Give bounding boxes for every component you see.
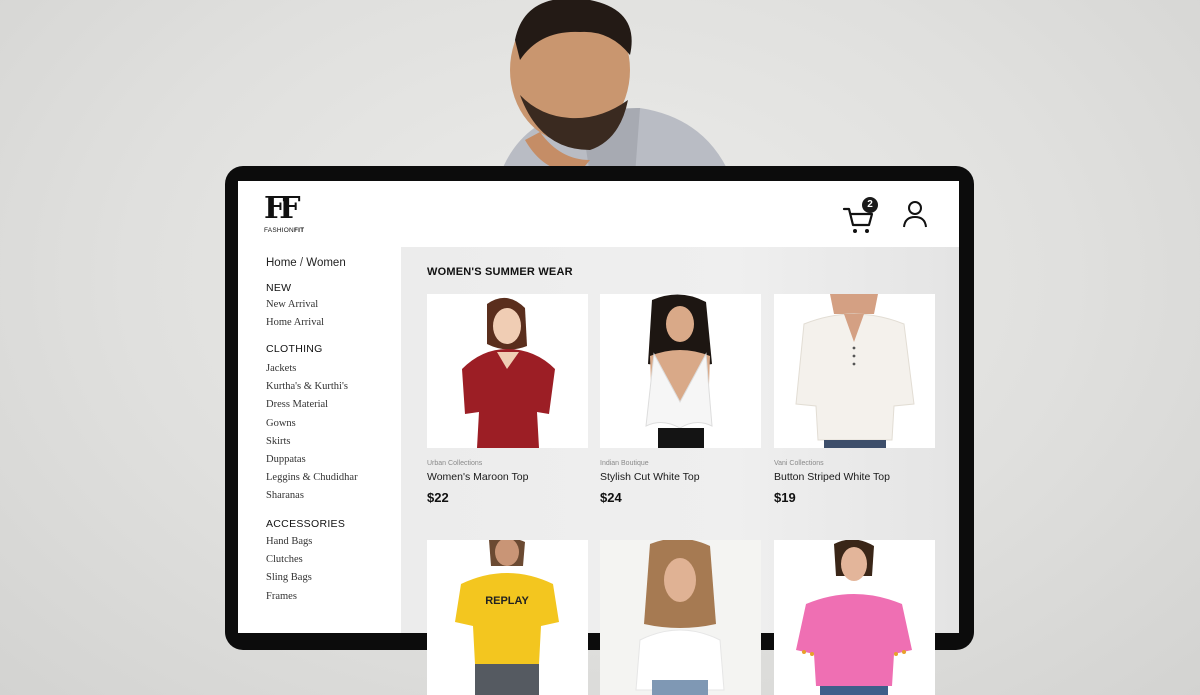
product-price: $22	[427, 490, 449, 505]
product-price: $19	[774, 490, 796, 505]
category-sidebar: Home / Women NEW New Arrival Home Arriva…	[238, 247, 402, 633]
logo-text-b: FIT	[293, 227, 305, 234]
product-name[interactable]: Stylish Cut White Top	[600, 471, 761, 483]
sidebar-item-duppatas[interactable]: Duppatas	[266, 451, 358, 469]
product-card-yellow-tee[interactable]: REPLAY	[427, 540, 588, 695]
product-image[interactable]	[774, 294, 935, 448]
cart-count-badge: 2	[862, 197, 878, 213]
breadcrumb-current: Women	[306, 257, 346, 269]
product-card-white-tee[interactable]	[600, 540, 761, 695]
user-icon[interactable]	[902, 200, 928, 228]
fashionfit-logo[interactable]: FF FASHIONFIT	[264, 193, 308, 239]
sidebar-item-frames[interactable]: Frames	[266, 588, 345, 606]
logo-text: FASHIONFIT	[264, 227, 308, 234]
sidebar-group-accessories: ACCESSORIES Hand Bags Clutches Sling Bag…	[266, 518, 345, 606]
product-name[interactable]: Button Striped White Top	[774, 471, 935, 483]
pink-top-photo	[774, 540, 935, 695]
striped-top-photo	[774, 294, 935, 448]
white-tee-photo	[600, 540, 761, 695]
product-image[interactable]	[600, 294, 761, 448]
sidebar-item-hand-bags[interactable]: Hand Bags	[266, 533, 345, 551]
product-image[interactable]	[427, 294, 588, 448]
white-cut-top-photo	[600, 294, 761, 448]
group-title-clothing: CLOTHING	[266, 343, 323, 355]
sidebar-item-leggins[interactable]: Leggins & Chudidhar	[266, 469, 358, 487]
logo-mark: FF	[264, 191, 301, 226]
maroon-top-photo	[427, 294, 588, 448]
product-name[interactable]: Women's Maroon Top	[427, 471, 588, 483]
site-header: FF FASHIONFIT 2	[238, 181, 959, 248]
product-card-maroon-top[interactable]: Urban Collections Women's Maroon Top $22	[427, 294, 588, 505]
breadcrumb-home[interactable]: Home	[266, 257, 297, 269]
product-card-white-cut-top[interactable]: Indian Boutique Stylish Cut White Top $2…	[600, 294, 761, 505]
logo-text-a: FASHION	[264, 227, 294, 234]
product-card-pink-top[interactable]	[774, 540, 935, 695]
sidebar-group-new: NEW New Arrival Home Arrival	[266, 282, 324, 332]
sidebar-item-gowns[interactable]: Gowns	[266, 415, 358, 433]
yellow-tee-photo: REPLAY	[427, 540, 588, 695]
sidebar-item-new-arrival[interactable]: New Arrival	[266, 296, 324, 314]
tee-print-text: REPLAY	[485, 595, 529, 607]
group-title-accessories: ACCESSORIES	[266, 518, 346, 530]
breadcrumb: Home / Women	[266, 257, 346, 269]
product-brand: Vani Collections	[774, 460, 824, 467]
sidebar-item-kurthas[interactable]: Kurtha's & Kurthi's	[266, 378, 358, 396]
sidebar-item-clutches[interactable]: Clutches	[266, 551, 345, 569]
breadcrumb-separator: /	[299, 257, 304, 269]
sidebar-item-dress-material[interactable]: Dress Material	[266, 396, 358, 414]
section-title: WOMEN'S SUMMER WEAR	[427, 266, 573, 278]
model-photo	[500, 0, 730, 175]
product-card-striped-top[interactable]: Vani Collections Button Striped White To…	[774, 294, 935, 505]
sidebar-item-sling-bags[interactable]: Sling Bags	[266, 569, 345, 587]
sidebar-item-home-arrival[interactable]: Home Arrival	[266, 314, 324, 332]
sidebar-item-sharanas[interactable]: Sharanas	[266, 487, 358, 505]
product-price: $24	[600, 490, 622, 505]
group-title-new: NEW	[266, 282, 292, 294]
product-brand: Urban Collections	[427, 460, 483, 467]
sidebar-item-skirts[interactable]: Skirts	[266, 433, 358, 451]
product-brand: Indian Boutique	[600, 460, 649, 467]
sidebar-group-clothing: CLOTHING Jackets Kurtha's & Kurthi's Dre…	[266, 343, 358, 506]
sidebar-item-jackets[interactable]: Jackets	[266, 360, 358, 378]
